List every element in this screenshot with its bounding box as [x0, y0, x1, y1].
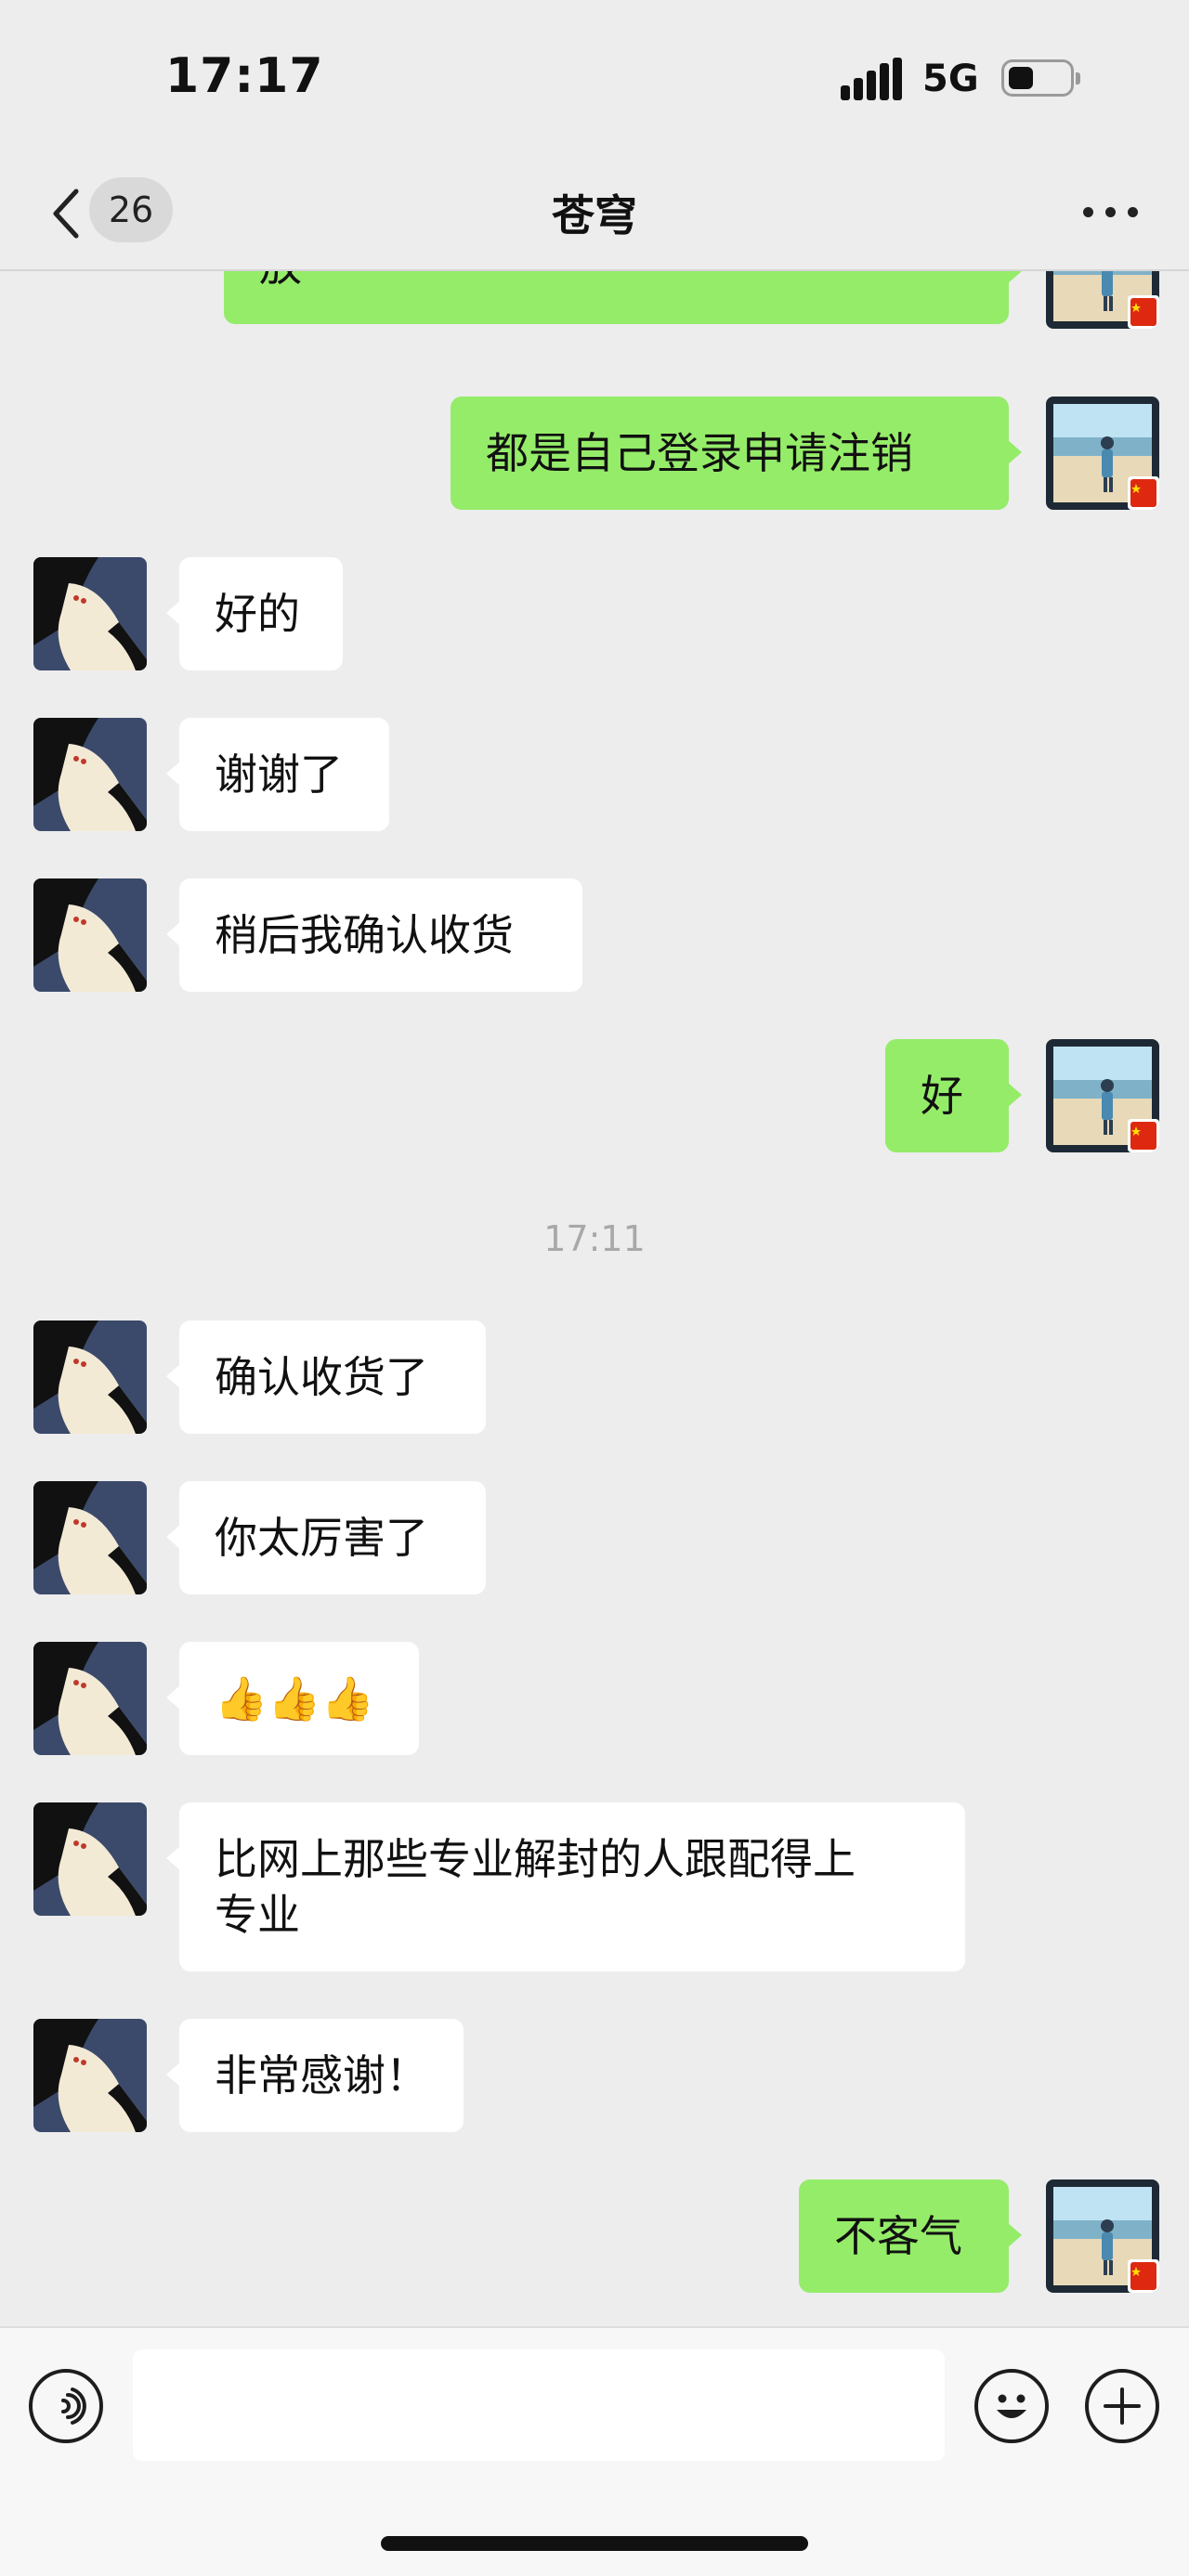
chat-history[interactable]: 放都是自己登录申请注销好的谢谢了稍后我确认收货好 17:11 确认收货了你太厉害了 👍…: [0, 271, 1189, 2326]
signal-icon: [841, 58, 906, 100]
message-bubble[interactable]: 都是自己登录申请注销: [451, 397, 1022, 510]
my-avatar[interactable]: [1046, 271, 1159, 329]
contact-avatar[interactable]: [33, 878, 147, 992]
my-avatar[interactable]: [1046, 2179, 1159, 2293]
message-bubble[interactable]: 👍👍👍: [166, 1642, 419, 1755]
voice-icon: [61, 2387, 86, 2425]
message-bubble[interactable]: 你太厉害了: [166, 1481, 486, 1594]
message-bubble[interactable]: 好: [885, 1039, 1022, 1152]
message-bubble[interactable]: 谢谢了: [166, 718, 389, 831]
my-avatar[interactable]: [1046, 1039, 1159, 1152]
status-time: 17:17: [165, 48, 324, 104]
message-bubble[interactable]: 比网上那些专业解封的人跟配得上 专业: [166, 1802, 965, 1971]
contact-avatar[interactable]: [33, 1802, 147, 1916]
home-indicator[interactable]: [381, 2536, 808, 2551]
contact-avatar[interactable]: [33, 1321, 147, 1434]
contact-avatar[interactable]: [33, 2019, 147, 2132]
message-bubble[interactable]: 稍后我确认收货: [166, 878, 582, 992]
voice-button[interactable]: [29, 2369, 103, 2443]
emoji-button[interactable]: [974, 2369, 1049, 2443]
contact-avatar[interactable]: [33, 1481, 147, 1594]
chat-title: 苍穹: [552, 190, 637, 241]
message-timestamp: 17:11: [543, 1218, 646, 1259]
nav-bar: 26 苍穹: [0, 158, 1189, 269]
my-avatar[interactable]: [1046, 397, 1159, 510]
contact-avatar[interactable]: [33, 718, 147, 831]
contact-avatar[interactable]: [33, 1642, 147, 1755]
more-button[interactable]: [1081, 204, 1141, 223]
battery-level: [1009, 67, 1033, 89]
message-input[interactable]: [133, 2349, 945, 2461]
add-button[interactable]: [1085, 2369, 1159, 2443]
emoji-icon: [997, 2394, 1026, 2418]
message-bubble[interactable]: 好的: [166, 557, 343, 670]
status-bar: 17:17 5G: [0, 0, 1189, 158]
network-label: 5G: [922, 58, 979, 100]
battery-icon: [1001, 59, 1080, 97]
contact-avatar[interactable]: [33, 557, 147, 670]
message-bubble[interactable]: 非常感谢！: [166, 2019, 464, 2132]
plus-icon: [1104, 2387, 1141, 2425]
message-bubble[interactable]: 确认收货了: [166, 1321, 486, 1434]
message-bubble[interactable]: 放: [224, 271, 1022, 324]
message-bubble[interactable]: 不客气: [799, 2179, 1022, 2293]
